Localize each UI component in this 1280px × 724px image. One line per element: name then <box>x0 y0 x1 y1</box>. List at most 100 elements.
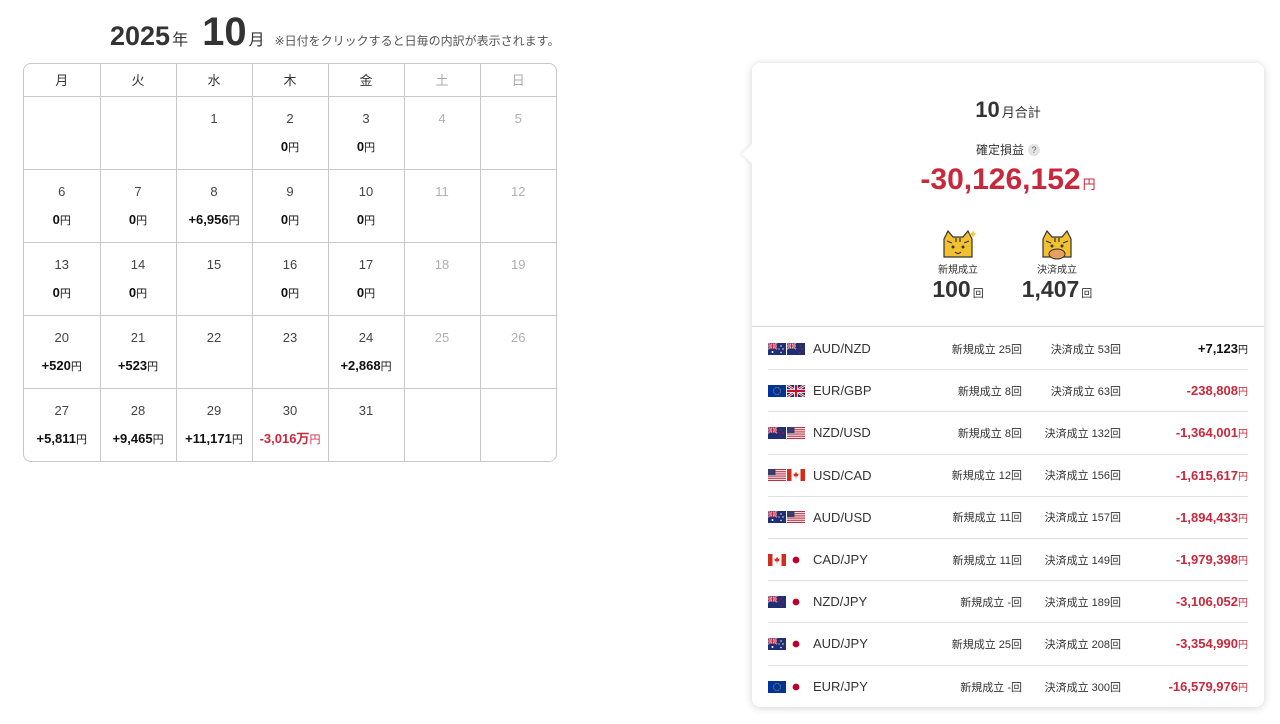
pair-settled-count: 決済成立 53回 <box>1050 343 1121 356</box>
calendar-year: 2025 <box>110 21 171 51</box>
currency-pair-row[interactable]: CAD/JPY 新規成立 11回 決済成立 149回 -1,979,398円 <box>768 539 1248 582</box>
yen-unit: 円 <box>1238 640 1248 652</box>
day-number: 1 <box>210 110 218 126</box>
calendar-day-cell[interactable]: 12 <box>479 168 556 243</box>
calendar-day-cell[interactable]: 23 <box>251 314 329 389</box>
calendar-day-cell[interactable]: 14 0円 <box>99 241 177 316</box>
day-profit-loss: -3,016万円 <box>259 430 321 446</box>
calendar-day-cell[interactable]: 28 +9,465円 <box>99 387 177 461</box>
pair-new-count: 新規成立 -回 <box>960 681 1022 694</box>
pair-new-count: 新規成立 8回 <box>957 427 1022 440</box>
calendar-day-cell[interactable]: 1 <box>175 95 253 170</box>
day-profit-loss: 0円 <box>280 284 300 300</box>
yen-unit: 円 <box>1238 387 1248 399</box>
calendar-month: 10 <box>202 10 247 54</box>
day-number: 31 <box>358 402 374 418</box>
currency-pair-row[interactable]: AUD/NZD 新規成立 25回 決済成立 53回 +7,123円 <box>768 328 1248 371</box>
calendar-day-cell[interactable]: 24 +2,868円 <box>327 314 405 389</box>
new-orders-label: 新規成立 <box>938 265 978 276</box>
day-profit-loss: 0円 <box>52 284 71 300</box>
pair-profit-loss: -1,364,001円 <box>1175 425 1248 441</box>
year-unit: 年 <box>172 32 189 49</box>
calendar-day-cell[interactable]: 2 0円 <box>251 95 329 170</box>
day-profit-loss: 0円 <box>128 211 148 227</box>
calendar-day-cell[interactable]: 30 -3,016万円 <box>251 387 329 461</box>
us-flag-icon <box>787 426 805 439</box>
pair-profit-loss: -1,979,398円 <box>1175 552 1248 568</box>
day-profit-loss: +9,465円 <box>112 430 164 446</box>
yen-unit: 円 <box>1238 598 1248 610</box>
settled-orders-count: 1,407 回 <box>1012 276 1102 303</box>
calendar-day-cell[interactable]: 26 <box>479 314 556 389</box>
day-number: 23 <box>282 329 298 345</box>
calendar-empty-cell <box>24 95 101 170</box>
calendar-table: 月火水木金土日 1 2 0円 3 0円 4 5 6 0円 7 0円 8 +6,956円 9 0円 10 0円 11… <box>24 64 556 461</box>
eu-flag-icon <box>768 384 786 397</box>
calendar-day-cell[interactable]: 21 +523円 <box>99 314 177 389</box>
calendar-day-cell[interactable]: 31 <box>327 387 405 461</box>
day-profit-loss: 0円 <box>356 138 376 154</box>
au-flag-icon <box>768 342 786 355</box>
calendar-day-cell[interactable]: 27 +5,811円 <box>24 387 101 461</box>
day-number: 25 <box>434 329 450 345</box>
calendar-day-cell[interactable]: 3 0円 <box>327 95 405 170</box>
yen-unit: 円 <box>136 287 148 300</box>
au-flag-icon <box>768 637 786 650</box>
mascot-tiger-money-icon <box>1042 229 1072 260</box>
calendar-day-cell[interactable]: 22 <box>175 314 253 389</box>
calendar-day-cell[interactable]: 8 +6,956円 <box>175 168 253 243</box>
calendar-day-cell[interactable]: 16 0円 <box>251 241 329 316</box>
pair-name: EUR/GBP <box>813 383 872 399</box>
currency-pair-row[interactable]: NZD/USD 新規成立 8回 決済成立 132回 -1,364,001円 <box>768 412 1248 455</box>
day-number: 21 <box>130 329 146 345</box>
currency-pair-row[interactable]: EUR/JPY 新規成立 -回 決済成立 300回 -16,579,976円 <box>768 666 1248 708</box>
day-number: 30 <box>282 402 298 418</box>
calendar-day-cell[interactable]: 10 0円 <box>327 168 405 243</box>
currency-pair-row[interactable]: EUR/GBP 新規成立 8回 決済成立 63回 -238,808円 <box>768 370 1248 413</box>
currency-pair-row[interactable]: AUD/JPY 新規成立 25回 決済成立 208回 -3,354,990円 <box>768 623 1248 666</box>
pair-name: AUD/USD <box>813 509 872 525</box>
currency-pair-row[interactable]: AUD/USD 新規成立 11回 決済成立 157回 -1,894,433円 <box>768 497 1248 539</box>
calendar-day-cell[interactable]: 5 <box>479 95 556 170</box>
realized-pl-text: 確定損益 <box>975 143 1024 157</box>
calendar-empty-cell <box>403 387 481 461</box>
day-number: 2 <box>286 110 294 126</box>
calendar-header: 2025 年 10 月 ※日付をクリックすると日毎の内訳が表示されます。 <box>110 10 559 56</box>
weekday-header: 水 <box>175 64 253 97</box>
au-flag-icon <box>768 511 786 524</box>
pair-flags <box>768 426 813 439</box>
pair-new-count: 新規成立 25回 <box>951 343 1022 356</box>
calendar-day-cell[interactable]: 13 0円 <box>24 241 101 316</box>
day-number: 4 <box>438 110 446 126</box>
day-profit-loss: +5,811円 <box>36 430 87 446</box>
day-number: 13 <box>54 256 69 272</box>
summary-month: 10 <box>975 97 1000 122</box>
calendar-day-cell[interactable]: 6 0円 <box>24 168 101 243</box>
calendar-day-cell[interactable]: 15 <box>175 241 253 316</box>
pair-profit-loss: -3,354,990円 <box>1175 636 1248 652</box>
calendar-day-cell[interactable]: 9 0円 <box>251 168 329 243</box>
day-number: 14 <box>130 256 146 272</box>
calendar-day-cell[interactable]: 7 0円 <box>99 168 177 243</box>
calendar-day-cell[interactable]: 25 <box>403 314 481 389</box>
calendar-day-cell[interactable]: 29 +11,171円 <box>175 387 253 461</box>
calendar-day-cell[interactable]: 4 <box>403 95 481 170</box>
calendar-day-cell[interactable]: 17 0円 <box>327 241 405 316</box>
calendar-day-cell[interactable]: 20 +520円 <box>24 314 101 389</box>
yen-unit: 円 <box>288 141 300 154</box>
count-unit: 回 <box>972 288 984 300</box>
day-number: 29 <box>206 402 222 418</box>
pair-profit-loss: +7,123円 <box>1197 341 1248 357</box>
day-number: 18 <box>434 256 450 272</box>
calendar-day-cell[interactable]: 11 <box>403 168 481 243</box>
jp-flag-icon <box>787 553 805 566</box>
currency-pair-row[interactable]: NZD/JPY 新規成立 -回 決済成立 189回 -3,106,052円 <box>768 581 1248 624</box>
calendar-day-cell[interactable]: 19 <box>479 241 556 316</box>
calendar-day-cell[interactable]: 18 <box>403 241 481 316</box>
pair-new-count: 新規成立 11回 <box>952 512 1022 525</box>
eu-flag-icon <box>768 680 786 693</box>
day-number: 9 <box>286 183 294 199</box>
pair-settled-count: 決済成立 157回 <box>1044 512 1121 525</box>
help-icon[interactable]: ? <box>1028 144 1040 156</box>
currency-pair-row[interactable]: USD/CAD 新規成立 12回 決済成立 156回 -1,615,617円 <box>768 455 1248 497</box>
